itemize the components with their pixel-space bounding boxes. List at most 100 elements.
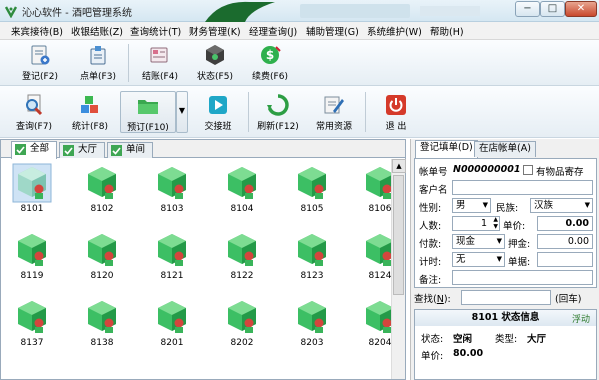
menu-query-stats[interactable]: 查询统计(T): [130, 24, 181, 38]
gender-select[interactable]: 男: [452, 198, 491, 213]
room-status-box: 8101 状态信息 浮动 状态: 空闲 类型: 大厅 单价: 80.00: [414, 309, 597, 380]
checkout-button[interactable]: 结账(F4): [138, 43, 182, 82]
tab-in-house-bills[interactable]: 在店帐单(A): [474, 141, 536, 157]
maximize-button[interactable]: □: [540, 1, 565, 17]
order-button[interactable]: 点单(F3): [76, 43, 120, 82]
room-tile[interactable]: 8105: [287, 163, 337, 229]
stats-button[interactable]: 统计(F8): [68, 93, 112, 132]
stats-label: 统计(F8): [72, 122, 108, 132]
toolbar-secondary: 查询(F7) 统计(F8) 预订(F10) ▼ 交接班 刷新(F12) 常用资源…: [0, 86, 599, 138]
room-number: 8124: [368, 271, 391, 281]
menu-finance[interactable]: 财务管理(K): [189, 24, 241, 38]
exit-button[interactable]: 退 出: [374, 93, 418, 132]
room-tile[interactable]: 8202: [217, 297, 267, 363]
resources-button[interactable]: 常用资源: [310, 93, 358, 132]
deposit-input[interactable]: 0.00: [537, 234, 593, 249]
float-toggle-link[interactable]: 浮动: [572, 312, 590, 328]
room-tile[interactable]: 8103: [147, 163, 197, 229]
room-number: 8104: [230, 204, 254, 214]
voucher-input[interactable]: [537, 252, 593, 267]
remark-input[interactable]: [452, 270, 593, 285]
stepper-arrows-icon[interactable]: ▲ ▼: [493, 217, 498, 230]
tab-register-form[interactable]: 登记填单(D): [415, 140, 478, 158]
room-tile[interactable]: 8104: [217, 163, 267, 229]
renew-button[interactable]: $ 续费(F6): [248, 43, 292, 82]
search-input[interactable]: [461, 290, 551, 305]
timing-select[interactable]: 无: [452, 252, 505, 267]
close-button[interactable]: ✕: [565, 1, 597, 17]
room-panel: 全部 大厅 单间 8101 8102 8103 8104 8105 8106 8119 812…: [0, 139, 406, 380]
room-cube-icon: [228, 301, 256, 333]
room-cube-icon: [298, 301, 326, 333]
menu-system[interactable]: 系统维护(W): [367, 24, 422, 38]
menu-help[interactable]: 帮助(H): [430, 24, 464, 38]
status-icon: [206, 45, 224, 65]
customer-input[interactable]: [452, 180, 593, 195]
people-stepper[interactable]: 1 ▲ ▼: [452, 216, 500, 231]
goods-deposit-checkbox[interactable]: [523, 165, 533, 175]
room-tile[interactable]: 8101: [7, 163, 57, 229]
room-cube-icon: [298, 234, 326, 266]
shift-handover-button[interactable]: 交接班: [196, 93, 240, 132]
menu-manager-query[interactable]: 经理查询(J): [249, 24, 297, 38]
ethnicity-select[interactable]: 汉族: [530, 198, 593, 213]
menu-auxiliary[interactable]: 辅助管理(G): [306, 24, 359, 38]
room-tile[interactable]: 8124: [355, 230, 391, 296]
reserve-button[interactable]: 预订(F10): [120, 91, 176, 133]
room-tile[interactable]: 8122: [217, 230, 267, 296]
refresh-button[interactable]: 刷新(F12): [256, 93, 300, 132]
room-tile[interactable]: 8106: [355, 163, 391, 229]
room-tile[interactable]: 8123: [287, 230, 337, 296]
room-tile[interactable]: 8120: [77, 230, 127, 296]
room-tile[interactable]: 8204: [355, 297, 391, 363]
ethnicity-label: 民族:: [496, 203, 519, 214]
room-tile[interactable]: 8138: [77, 297, 127, 363]
menu-cashier[interactable]: 收银结账(Z): [71, 24, 123, 38]
room-tile[interactable]: 8121: [147, 230, 197, 296]
toolbar-primary: 登记(F2) 点单(F3) 结账(F4) 状态(F5) $ 续费(F6): [0, 40, 599, 86]
tab-all[interactable]: 全部: [11, 141, 57, 159]
scroll-up-arrow-icon[interactable]: ▲: [392, 159, 406, 173]
power-icon: [386, 95, 406, 115]
tab-private-room[interactable]: 单间: [107, 142, 153, 158]
bill-no-value: N000000001: [453, 164, 521, 175]
search-label: 查找(N):: [414, 294, 451, 305]
room-tile[interactable]: 8102: [77, 163, 127, 229]
room-cube-icon: [18, 301, 46, 333]
room-cube-icon: [228, 167, 256, 199]
room-tile[interactable]: 8119: [7, 230, 57, 296]
price-input[interactable]: 0.00: [537, 216, 593, 231]
menu-guest-reception[interactable]: 来宾接待(B): [11, 24, 63, 38]
minimize-button[interactable]: −: [515, 1, 540, 17]
room-status-header: 8101 状态信息 浮动: [415, 310, 596, 326]
magnifier-icon: [26, 94, 43, 116]
folder-icon: [138, 100, 158, 114]
chevron-down-icon: ▼: [178, 106, 186, 115]
room-tile[interactable]: 8137: [7, 297, 57, 363]
timing-label: 计时:: [419, 257, 442, 268]
room-number: 8103: [160, 204, 184, 214]
room-tile[interactable]: 8201: [147, 297, 197, 363]
room-tile[interactable]: 8203: [287, 297, 337, 363]
query-button[interactable]: 查询(F7): [12, 93, 56, 132]
register-button[interactable]: 登记(F2): [18, 43, 62, 82]
room-cube-icon: [366, 234, 391, 266]
reserve-dropdown-button[interactable]: ▼: [176, 91, 188, 133]
payment-select[interactable]: 现金: [452, 234, 505, 249]
gender-label: 性别:: [419, 203, 442, 214]
people-value: 1: [480, 218, 487, 229]
room-number: 8101: [20, 204, 44, 214]
status-label: 状态(F5): [197, 72, 233, 82]
room-grid: 8101 8102 8103 8104 8105 8106 8119 8120 8121 8122…: [1, 159, 391, 379]
checkout-icon: [150, 47, 168, 63]
room-cube-icon: [298, 167, 326, 199]
remark-label: 备注:: [419, 275, 442, 286]
status-button[interactable]: 状态(F5): [193, 43, 237, 82]
payment-label: 付款:: [419, 239, 442, 250]
register-form: 帐单号 N000000001 有物品寄存 客户名 性别: 男 民族: 汉族 人数…: [414, 158, 597, 288]
room-number: 8105: [300, 204, 324, 214]
room-grid-scrollbar[interactable]: ▲: [391, 159, 406, 379]
scroll-thumb[interactable]: [393, 175, 404, 295]
tab-hall[interactable]: 大厅: [59, 142, 105, 158]
room-cube-icon: [158, 301, 186, 333]
